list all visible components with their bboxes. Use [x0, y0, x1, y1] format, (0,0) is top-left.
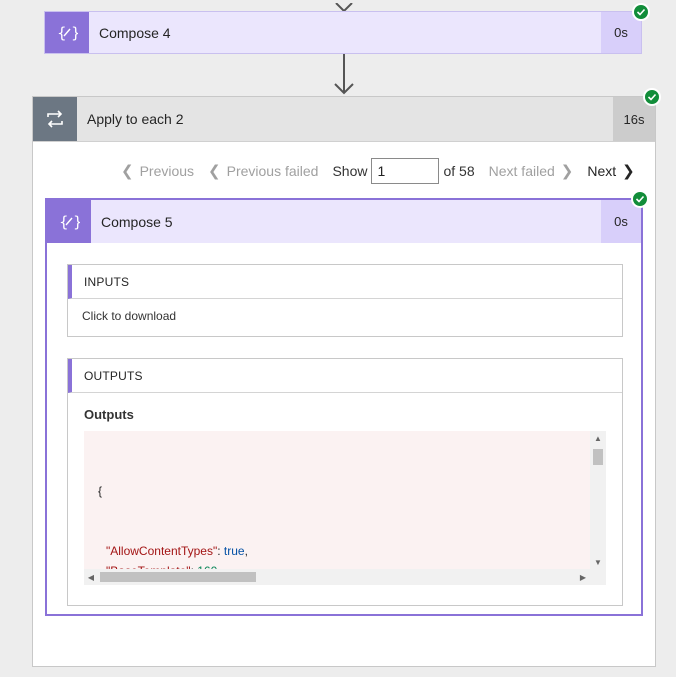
- compose-icon-box: { }: [45, 12, 89, 53]
- of-total-label: of 58: [443, 163, 475, 179]
- scroll-right-icon[interactable]: ▶: [576, 569, 590, 585]
- check-circle-icon: [631, 190, 649, 208]
- svg-text:}: }: [71, 24, 78, 42]
- compose-icon: { }: [59, 213, 80, 231]
- compose-5-card: { } Compose 5 0s INPUTS Click to downloa…: [45, 198, 643, 616]
- check-circle-icon: [643, 88, 661, 106]
- chevron-right-icon: ❯: [622, 163, 635, 180]
- loop-arrows-icon: [47, 110, 63, 128]
- next-button[interactable]: Next ❯: [587, 162, 634, 180]
- previous-failed-label: Previous failed: [226, 163, 319, 179]
- previous-label: Previous: [139, 163, 195, 179]
- compose-4-card[interactable]: { } Compose 4 0s: [44, 11, 642, 54]
- compose-5-header[interactable]: { } Compose 5 0s: [47, 200, 641, 243]
- next-failed-label: Next failed: [488, 163, 555, 179]
- apply-to-each-header[interactable]: Apply to each 2 16s: [33, 97, 655, 142]
- compose-icon: { }: [57, 24, 78, 42]
- scroll-up-icon[interactable]: ▲: [590, 431, 606, 445]
- click-to-download-link[interactable]: Click to download: [82, 309, 176, 323]
- chevron-left-icon: ❮: [208, 163, 221, 180]
- json-open-brace: {: [98, 484, 103, 498]
- json-value: true: [223, 544, 245, 558]
- json-key: "AllowContentTypes": [106, 544, 218, 558]
- chevron-left-icon: ❮: [121, 163, 134, 180]
- scroll-down-icon[interactable]: ▼: [590, 555, 606, 569]
- svg-text:{: {: [59, 213, 69, 231]
- down-arrow-icon: [333, 82, 355, 96]
- apply-to-each-container: Apply to each 2 16s ❮ Previous ❮ Previou…: [32, 96, 656, 667]
- svg-text:}: }: [73, 213, 80, 231]
- outputs-label: Outputs: [84, 407, 134, 422]
- horizontal-scroll-thumb[interactable]: [100, 572, 256, 582]
- inputs-heading: INPUTS: [68, 265, 622, 299]
- show-label: Show: [332, 163, 368, 179]
- horizontal-scrollbar[interactable]: ◀ ▶: [84, 569, 590, 585]
- scroll-left-icon[interactable]: ◀: [84, 569, 98, 585]
- iteration-pager: ❮ Previous ❮ Previous failed Show of 58 …: [121, 157, 635, 185]
- compose-icon-box: { }: [47, 200, 91, 243]
- previous-failed-button[interactable]: ❮ Previous failed: [208, 162, 318, 180]
- inputs-section: INPUTS Click to download: [67, 264, 623, 337]
- compose-5-title: Compose 5: [101, 213, 173, 230]
- iteration-number-input[interactable]: [371, 158, 440, 184]
- outputs-section: OUTPUTS Outputs { "AllowContentTypes": t…: [67, 358, 623, 606]
- check-circle-icon: [632, 3, 650, 21]
- vertical-scroll-thumb[interactable]: [593, 449, 603, 465]
- chevron-right-icon: ❯: [560, 163, 574, 180]
- next-failed-button[interactable]: Next failed ❯: [489, 162, 574, 180]
- loop-icon-box: [33, 97, 77, 141]
- connector-arrow-top: [334, 0, 354, 13]
- scrollbar-corner: [590, 569, 606, 585]
- json-line: "AllowContentTypes": true,: [106, 544, 248, 558]
- compose-4-title: Compose 4: [99, 24, 171, 41]
- outputs-code-viewer[interactable]: { "AllowContentTypes": true,"BaseTemplat…: [84, 431, 606, 585]
- vertical-scrollbar[interactable]: ▲ ▼: [590, 431, 606, 569]
- previous-button[interactable]: ❮ Previous: [121, 162, 194, 180]
- next-label: Next: [587, 163, 617, 179]
- outputs-heading: OUTPUTS: [68, 359, 622, 393]
- svg-text:{: {: [57, 24, 67, 42]
- json-output: { "AllowContentTypes": true,"BaseTemplat…: [98, 441, 298, 585]
- apply-to-each-title: Apply to each 2: [87, 111, 184, 127]
